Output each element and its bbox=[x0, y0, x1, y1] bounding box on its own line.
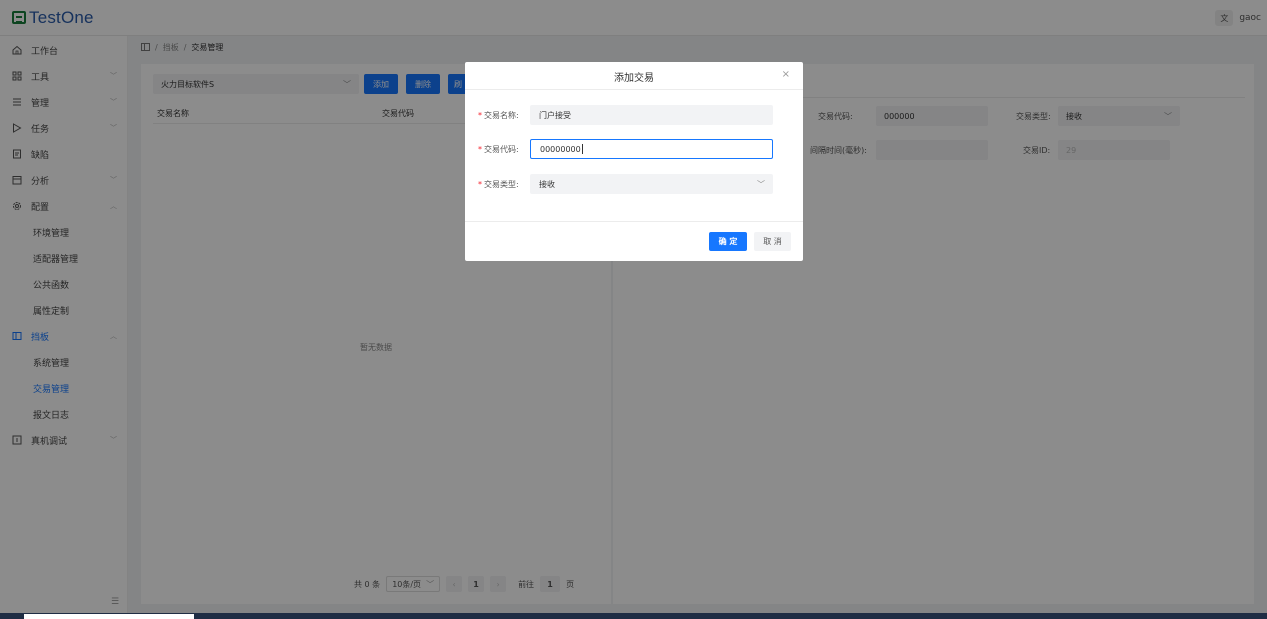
chevron-down-icon: ﹀ bbox=[757, 180, 765, 189]
transaction-name-input[interactable]: 门户接受 bbox=[530, 105, 773, 125]
code-label: * 交易代码: bbox=[478, 144, 519, 155]
text-caret bbox=[581, 144, 583, 154]
name-label: * 交易名称: bbox=[478, 110, 519, 121]
confirm-button[interactable]: 确 定 bbox=[709, 232, 747, 251]
taskbar-search[interactable] bbox=[24, 614, 194, 619]
divider bbox=[465, 221, 803, 222]
divider bbox=[465, 89, 803, 90]
name-label-text: 交易名称: bbox=[484, 111, 519, 120]
transaction-type-select[interactable]: 接收 ﹀ bbox=[530, 174, 773, 194]
required-mark: * bbox=[478, 111, 482, 120]
required-mark: * bbox=[478, 145, 482, 154]
type-label: * 交易类型: bbox=[478, 179, 519, 190]
transaction-code-input[interactable]: 00000000 bbox=[530, 139, 773, 159]
add-transaction-dialog: 添加交易 × * 交易名称: 门户接受 * 交易代码: 00000000 * 交易类型… bbox=[465, 62, 803, 261]
required-mark: * bbox=[478, 180, 482, 189]
cancel-button[interactable]: 取 消 bbox=[754, 232, 791, 251]
type-label-text: 交易类型: bbox=[484, 180, 519, 189]
dialog-title: 添加交易 bbox=[614, 73, 654, 84]
code-label-text: 交易代码: bbox=[484, 145, 519, 154]
transaction-code-value: 00000000 bbox=[540, 144, 581, 154]
transaction-type-value: 接收 bbox=[539, 179, 555, 189]
os-taskbar bbox=[0, 613, 1267, 619]
close-icon[interactable]: × bbox=[782, 69, 790, 80]
